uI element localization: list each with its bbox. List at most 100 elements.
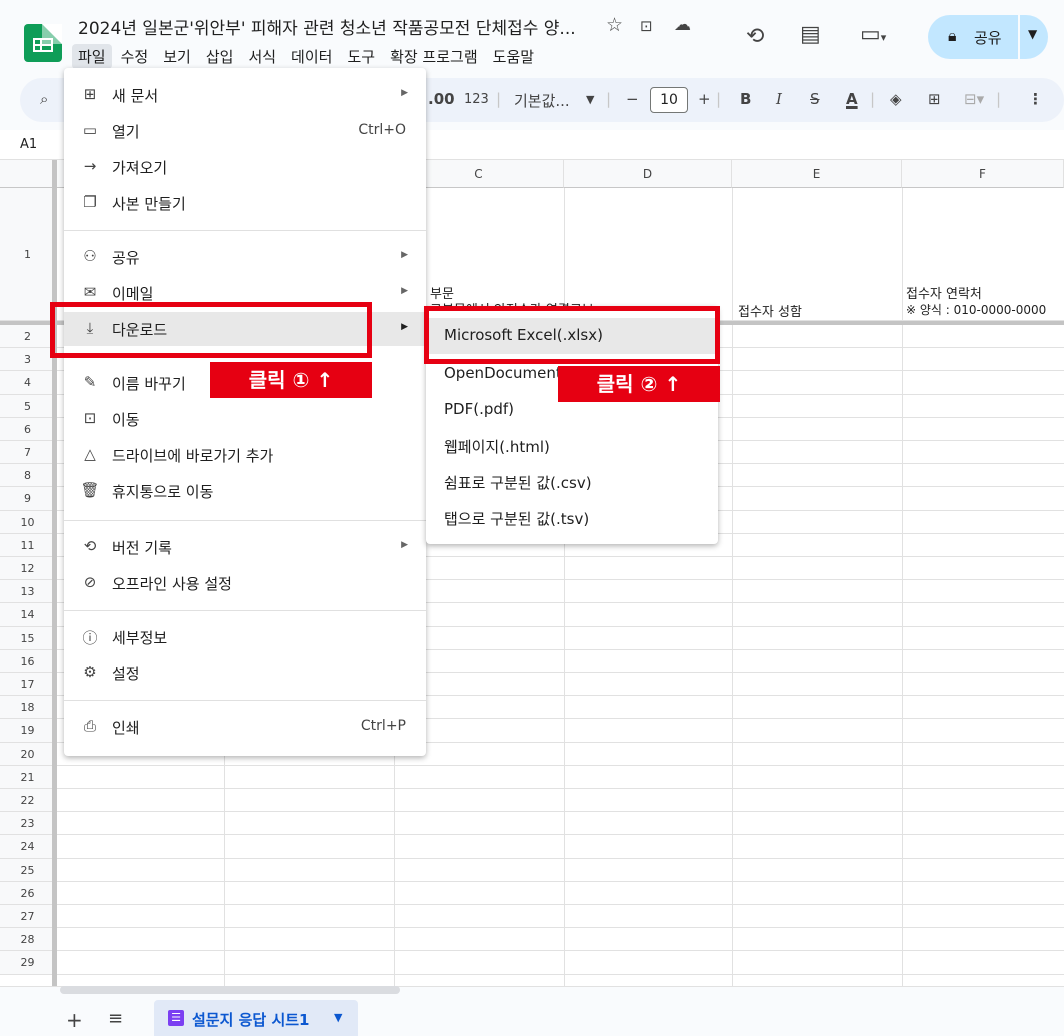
row-header[interactable]: 25 — [0, 858, 56, 882]
menu-item-make-copy[interactable]: ❐ 사본 만들기 — [64, 186, 426, 220]
row-header[interactable]: 15 — [0, 626, 56, 650]
menu-data[interactable]: 데이터 — [285, 44, 338, 69]
font-family-dropdown-icon[interactable]: ▼ — [586, 93, 594, 106]
menu-bar: 파일 수정 보기 삽입 서식 데이터 도구 확장 프로그램 도움말 — [72, 44, 543, 69]
all-sheets-icon[interactable]: ≡ — [108, 1008, 123, 1029]
meet-icon[interactable]: ▭▾ — [860, 22, 886, 47]
row-header[interactable]: 19 — [0, 719, 56, 743]
row-header[interactable]: 28 — [0, 928, 56, 952]
row-header[interactable]: 9 — [0, 487, 56, 511]
menu-item-trash[interactable]: 🗑︎ 휴지통으로 이동 — [64, 474, 426, 508]
row-header[interactable]: 5 — [0, 394, 56, 418]
row-header[interactable]: 3 — [0, 348, 56, 372]
move-folder-icon[interactable]: ⊡ — [640, 17, 653, 35]
chevron-down-icon[interactable]: ▼ — [334, 1011, 342, 1024]
submenu-item-label: 웹페이지(.html) — [444, 438, 550, 456]
row-header[interactable]: 13 — [0, 580, 56, 604]
cloud-status-icon[interactable]: ☁ — [674, 15, 691, 35]
menu-item-share[interactable]: ⚇ 공유 ▶ — [64, 240, 426, 274]
row-header[interactable]: 12 — [0, 557, 56, 581]
row-header[interactable]: 24 — [0, 835, 56, 859]
row-header[interactable]: 1 — [0, 188, 56, 321]
sheet-tab-active[interactable]: ☰ 설문지 응답 시트1 ▼ — [154, 1000, 358, 1036]
menu-item-label: 오프라인 사용 설정 — [112, 575, 232, 593]
menu-item-import[interactable]: → 가져오기 — [64, 150, 426, 184]
menu-format[interactable]: 서식 — [242, 44, 282, 69]
increase-decimal-button[interactable]: .00 — [428, 90, 455, 108]
decrease-font-size-button[interactable]: − — [626, 90, 639, 108]
column-header-e[interactable]: E — [732, 160, 902, 188]
annotation-box-xlsx — [424, 306, 720, 364]
font-size-input[interactable]: 10 — [650, 87, 688, 113]
chevron-down-icon[interactable]: ▼ — [1028, 27, 1037, 41]
menu-view[interactable]: 보기 — [157, 44, 197, 69]
merge-cells-icon[interactable]: ⊟▾ — [964, 90, 984, 108]
menu-insert[interactable]: 삽입 — [200, 44, 240, 69]
menu-item-open[interactable]: ▭ 열기 Ctrl+O — [64, 114, 426, 148]
download-csv[interactable]: 쉼표로 구분된 값(.csv) — [426, 464, 718, 500]
horizontal-scrollbar[interactable] — [60, 986, 400, 994]
download-tsv[interactable]: 탭으로 구분된 값(.tsv) — [426, 500, 718, 536]
row-header[interactable]: 29 — [0, 951, 56, 975]
header-cell-f-line2[interactable]: ※ 양식 : 010-0000-0000 — [906, 301, 1046, 318]
row-header[interactable]: 16 — [0, 649, 56, 673]
menu-item-add-shortcut[interactable]: △ 드라이브에 바로가기 추가 — [64, 438, 426, 472]
row-header[interactable]: 2 — [0, 325, 56, 349]
row-header[interactable]: 26 — [0, 881, 56, 905]
menu-item-version-history[interactable]: ⟲ 버전 기록 ▶ — [64, 530, 426, 564]
comments-icon[interactable]: ▤ — [800, 22, 821, 47]
row-header[interactable]: 11 — [0, 533, 56, 557]
name-box[interactable]: A1 — [20, 137, 37, 152]
row-header[interactable]: 20 — [0, 742, 56, 766]
search-menus-icon[interactable]: ⌕ — [40, 90, 48, 108]
version-history-icon[interactable]: ⟲ — [746, 24, 764, 49]
select-all-corner[interactable] — [0, 160, 56, 188]
menu-tools[interactable]: 도구 — [341, 44, 381, 69]
menu-extensions[interactable]: 확장 프로그램 — [384, 44, 484, 69]
menu-help[interactable]: 도움말 — [487, 44, 540, 69]
row-header[interactable]: 18 — [0, 696, 56, 720]
row-header[interactable]: 7 — [0, 441, 56, 465]
menu-file[interactable]: 파일 — [72, 44, 112, 69]
download-html[interactable]: 웹페이지(.html) — [426, 428, 718, 464]
row-header[interactable]: 21 — [0, 765, 56, 789]
row-header[interactable]: 27 — [0, 905, 56, 929]
menu-item-settings[interactable]: ⚙ 설정 — [64, 656, 426, 690]
menu-item-move[interactable]: ⊡ 이동 — [64, 402, 426, 436]
italic-button[interactable]: I — [776, 90, 782, 108]
strikethrough-button[interactable]: S — [810, 90, 820, 108]
fill-color-icon[interactable]: ◈ — [890, 90, 902, 108]
menu-item-details[interactable]: ⓘ 세부정보 — [64, 620, 426, 654]
row-header[interactable]: 14 — [0, 603, 56, 627]
add-sheet-icon[interactable]: + — [66, 1008, 83, 1032]
menu-item-print[interactable]: ⎙ 인쇄 Ctrl+P — [64, 710, 426, 744]
row-header[interactable]: 4 — [0, 371, 56, 395]
font-family-select[interactable]: 기본값... — [514, 90, 570, 111]
bold-button[interactable]: B — [740, 90, 751, 108]
increase-font-size-button[interactable]: + — [698, 90, 711, 108]
text-color-button[interactable]: A — [846, 90, 858, 108]
row-header[interactable]: 6 — [0, 417, 56, 441]
menu-edit[interactable]: 수정 — [115, 44, 155, 69]
file-menu: ⊞ 새 문서 ▶ ▭ 열기 Ctrl+O → 가져오기 ❐ 사본 만들기 ⚇ 공유 ▶ ✉ 이메일… — [64, 68, 426, 756]
star-icon[interactable]: ☆ — [606, 14, 623, 36]
column-header-f[interactable]: F — [902, 160, 1064, 188]
sheets-logo-icon[interactable] — [24, 24, 62, 62]
row-header[interactable]: 22 — [0, 789, 56, 813]
column-header-d[interactable]: D — [564, 160, 732, 188]
row-header[interactable]: 10 — [0, 510, 56, 534]
more-options-icon[interactable]: ⋮ — [1028, 90, 1043, 108]
number-format-button[interactable]: 123 — [464, 92, 489, 107]
header-cell-f-line1[interactable]: 접수자 연락처 — [906, 283, 982, 302]
row-header[interactable]: 17 — [0, 673, 56, 697]
header-cell-e[interactable]: 접수자 성함 — [738, 301, 802, 320]
document-title[interactable]: 2024년 일본군'위안부' 피해자 관련 청소년 작품공모전 단체접수 양..… — [78, 14, 576, 39]
borders-icon[interactable]: ⊞ — [928, 90, 941, 108]
row-header[interactable]: 8 — [0, 464, 56, 488]
freeze-column-divider[interactable] — [52, 160, 57, 986]
menu-item-offline[interactable]: ⊘ 오프라인 사용 설정 — [64, 566, 426, 600]
menu-item-new[interactable]: ⊞ 새 문서 ▶ — [64, 78, 426, 112]
share-button[interactable]: 🔒︎ 공유 ▼ — [928, 15, 1048, 59]
menu-item-label: 열기 — [112, 123, 140, 141]
row-header[interactable]: 23 — [0, 812, 56, 836]
